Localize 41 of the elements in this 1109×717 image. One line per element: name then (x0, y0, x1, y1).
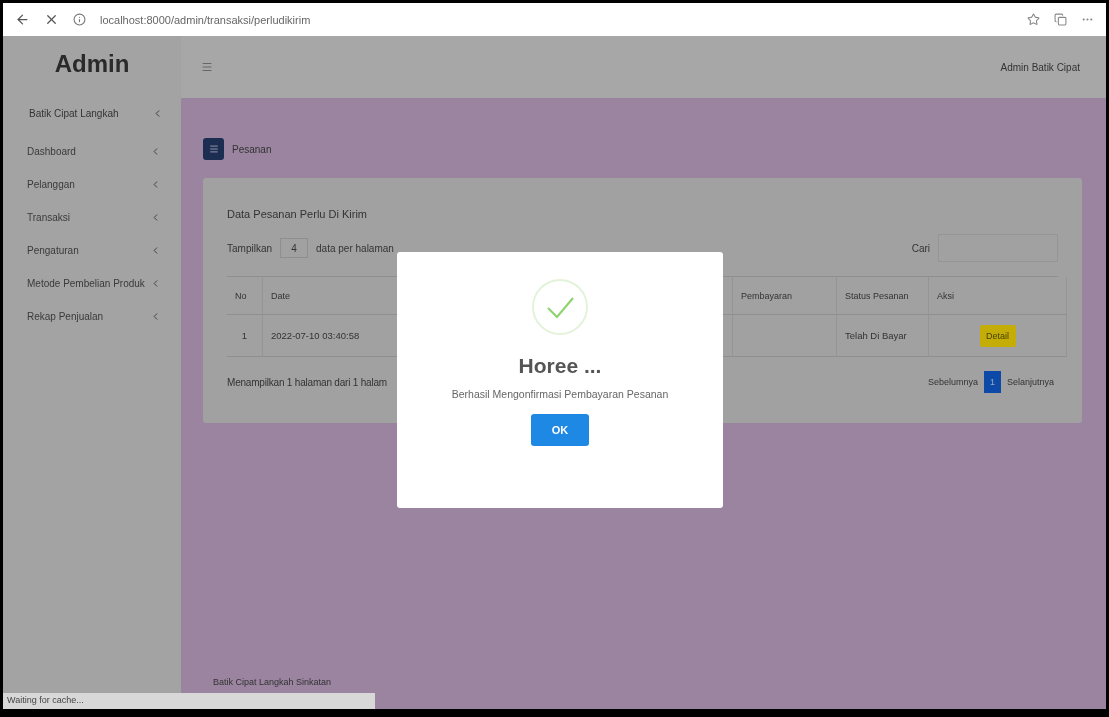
summary-text: Menampilkan 1 halaman dari 1 halam (227, 376, 387, 388)
column-header[interactable]: Aksi (929, 277, 1067, 315)
menu-button[interactable] (203, 138, 224, 160)
search-label: Cari (911, 242, 930, 254)
footer-text: Batik Cipat Langkah Sinkatan (213, 677, 332, 687)
profile-menu[interactable]: Batik Cipat Langkah (3, 92, 181, 135)
sidebar-item[interactable]: Transaksi (3, 201, 181, 234)
status-text: Waiting for cache... (3, 693, 375, 709)
sidebar-item[interactable]: Pelanggan (3, 168, 181, 201)
ok-button[interactable]: OK (531, 414, 589, 446)
page-button[interactable]: 1 (983, 371, 1001, 393)
menu-icon[interactable] (201, 61, 213, 73)
page-button[interactable]: Sebelumnya (923, 371, 982, 393)
sidebar-item[interactable]: Dashboard (3, 135, 181, 168)
column-header[interactable]: Status Pesanan (837, 277, 929, 315)
page-title: Pesanan (232, 143, 272, 155)
detail-button[interactable]: Detail (979, 324, 1016, 347)
success-check-icon (531, 278, 589, 336)
sidebar-item[interactable]: Metode Pembelian Produk (3, 267, 181, 300)
show-label: Tampilkan (227, 242, 273, 254)
dialog-message: Berhasil Mengonfirmasi Pembayaran Pesanan (451, 388, 669, 400)
star-icon[interactable] (1027, 13, 1040, 26)
collections-icon[interactable] (1054, 13, 1067, 26)
back-icon[interactable] (15, 12, 30, 27)
card-title: Data Pesanan Perlu Di Kirim (227, 208, 368, 220)
sidebar-title: Admin (53, 49, 131, 79)
column-header[interactable]: No (227, 277, 263, 315)
sidebar-item[interactable]: Rekap Penjualan (3, 300, 181, 333)
page-button[interactable]: Selanjutnya (1002, 371, 1058, 393)
address-bar[interactable]: localhost:8000/admin/transaksi/perludikirim (100, 13, 1013, 26)
info-icon[interactable] (73, 13, 86, 26)
page-size-select[interactable]: 4 (280, 238, 309, 258)
user-menu[interactable]: Admin Batik Cipat (1000, 61, 1080, 73)
per-page-label: data per halaman (316, 242, 394, 254)
dialog-title: Horee ... (518, 354, 602, 378)
sidebar-item[interactable]: Pengaturan (3, 234, 181, 267)
close-icon[interactable] (44, 12, 59, 27)
menu-icon (208, 144, 219, 154)
table-cell: 1 (227, 315, 263, 357)
table-cell: Telah Di Bayar (837, 315, 929, 357)
column-header[interactable]: Pembayaran (733, 277, 837, 315)
